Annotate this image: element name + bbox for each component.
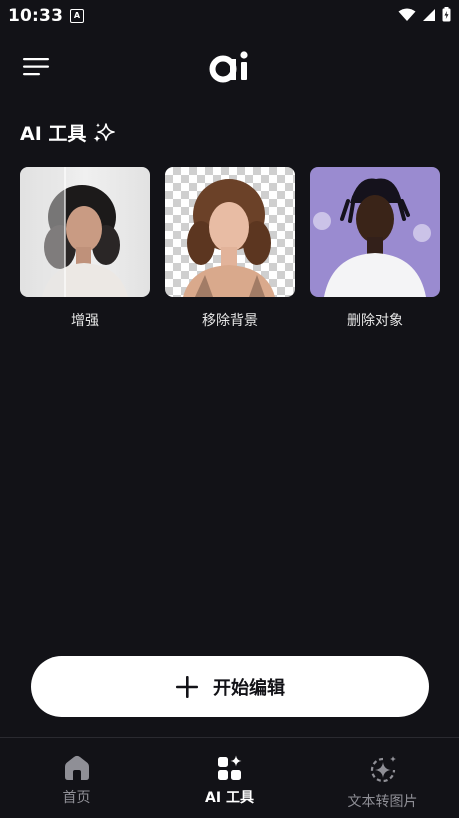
nav-label-ai-tools: AI 工具 <box>205 790 254 806</box>
tool-label-remove-background: 移除背景 <box>202 313 258 329</box>
enhance-portrait-image <box>20 167 128 297</box>
status-time: 10:33 <box>8 6 64 26</box>
bottom-nav: 首页 AI 工具 文本转图片 <box>0 737 459 818</box>
nav-item-ai-tools[interactable]: AI 工具 <box>153 738 306 818</box>
app-notification-icon: A <box>70 9 84 23</box>
plus-icon <box>176 675 198 698</box>
start-editing-label: 开始编辑 <box>213 677 285 699</box>
section-title-text: AI 工具 <box>20 123 87 145</box>
status-bar: 10:33 A <box>0 0 459 34</box>
nav-item-home[interactable]: 首页 <box>0 738 153 818</box>
section-title: AI 工具 <box>20 119 116 146</box>
tool-remove-background[interactable]: 移除背景 <box>165 167 295 330</box>
battery-icon <box>442 7 451 22</box>
nav-label-text-to-image: 文本转图片 <box>347 794 418 810</box>
remove-background-portrait-image <box>183 179 275 297</box>
tool-remove-object[interactable]: 删除对象 <box>310 167 440 330</box>
sparkle-icon <box>93 122 116 142</box>
app-logo <box>208 48 252 84</box>
tool-label-enhance: 增强 <box>71 313 99 329</box>
home-icon <box>64 755 89 780</box>
nav-item-text-to-image[interactable]: 文本转图片 <box>306 738 459 818</box>
tools-grid: 增强 移除背景 删除对象 <box>20 167 440 330</box>
remove-background-thumbnail <box>165 167 295 297</box>
hamburger-menu-icon <box>23 58 49 76</box>
tool-enhance[interactable]: 增强 <box>20 167 150 330</box>
ai-logo-icon <box>209 51 248 83</box>
text-to-image-icon <box>370 756 396 783</box>
remove-object-portrait-image <box>313 178 431 297</box>
nav-label-home: 首页 <box>62 790 91 806</box>
enhance-thumbnail <box>20 167 150 297</box>
signal-icon <box>423 8 435 21</box>
start-editing-button[interactable]: 开始编辑 <box>31 656 429 717</box>
status-icons <box>398 7 451 22</box>
remove-object-thumbnail <box>310 167 440 297</box>
ai-tools-icon <box>217 755 241 780</box>
menu-button[interactable] <box>22 56 50 78</box>
tool-label-remove-object: 删除对象 <box>347 313 403 329</box>
wifi-icon <box>398 8 416 21</box>
